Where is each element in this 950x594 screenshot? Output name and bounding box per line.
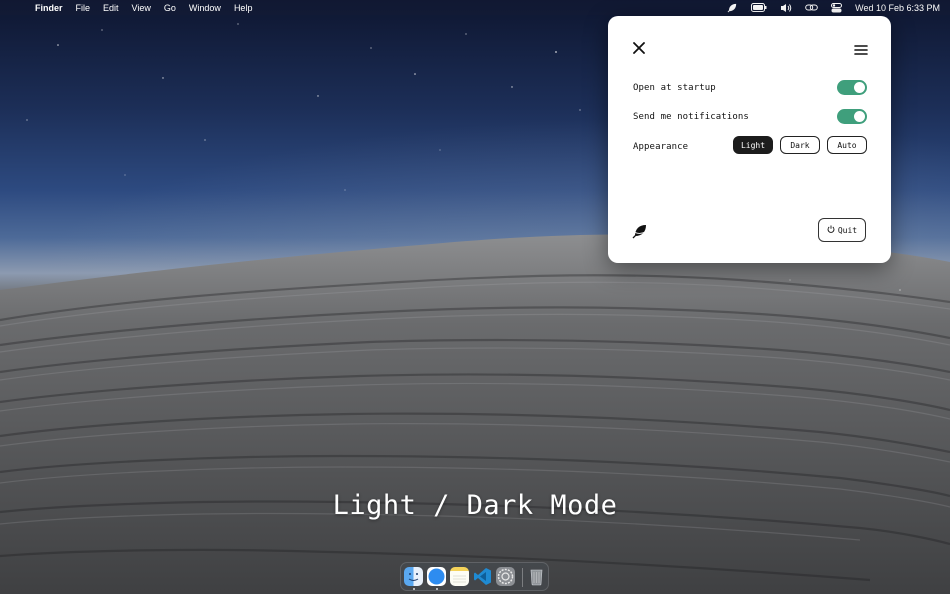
overlay-title: Light / Dark Mode xyxy=(332,490,618,521)
quit-button[interactable]: Quit xyxy=(818,218,866,242)
vscode-icon[interactable] xyxy=(473,567,492,586)
appearance-segmented-control: Light Dark Auto xyxy=(733,136,867,154)
menu-go[interactable]: Go xyxy=(164,3,176,13)
hamburger-menu-icon[interactable] xyxy=(854,41,868,55)
system-preferences-icon[interactable] xyxy=(496,567,515,586)
menu-edit[interactable]: Edit xyxy=(103,3,119,13)
menu-file[interactable]: File xyxy=(76,3,91,13)
running-indicator xyxy=(436,588,438,590)
appearance-dark-button[interactable]: Dark xyxy=(780,136,820,154)
notifications-toggle[interactable] xyxy=(837,109,867,124)
menu-bar: Finder File Edit View Go Window Help Wed… xyxy=(0,0,950,15)
app-name-menu[interactable]: Finder xyxy=(35,3,63,13)
menu-help[interactable]: Help xyxy=(234,3,253,13)
quit-label: Quit xyxy=(837,225,858,235)
setting-row-appearance: Appearance Light Dark Auto xyxy=(633,136,867,156)
control-center-icon[interactable] xyxy=(831,2,843,13)
settings-popover: Open at startup Send me notifications Ap… xyxy=(608,16,891,263)
appearance-auto-button[interactable]: Auto xyxy=(827,136,867,154)
running-indicator xyxy=(413,588,415,590)
app-leaf-logo-icon xyxy=(632,223,648,239)
close-icon[interactable] xyxy=(632,40,646,54)
app-leaf-icon[interactable] xyxy=(727,2,738,13)
menu-view[interactable]: View xyxy=(132,3,151,13)
link-icon[interactable] xyxy=(805,3,818,12)
setting-label-notifications: Send me notifications xyxy=(633,112,749,122)
menu-window[interactable]: Window xyxy=(189,3,221,13)
battery-icon[interactable] xyxy=(751,3,767,12)
toggle-knob xyxy=(854,82,865,93)
notes-icon[interactable] xyxy=(450,567,469,586)
toggle-knob xyxy=(854,111,865,122)
appearance-label: Appearance xyxy=(633,142,689,152)
dock xyxy=(400,562,549,591)
setting-label-startup: Open at startup xyxy=(633,83,716,93)
volume-icon[interactable] xyxy=(780,3,792,13)
power-icon xyxy=(827,225,835,235)
safari-icon[interactable] xyxy=(427,567,446,586)
trash-icon[interactable] xyxy=(527,567,546,586)
setting-row-startup: Open at startup xyxy=(633,79,867,97)
finder-icon[interactable] xyxy=(404,567,423,586)
dock-separator xyxy=(522,568,523,587)
clock[interactable]: Wed 10 Feb 6:33 PM xyxy=(855,3,940,13)
setting-row-notifications: Send me notifications xyxy=(633,108,867,126)
appearance-light-button[interactable]: Light xyxy=(733,136,773,154)
startup-toggle[interactable] xyxy=(837,80,867,95)
